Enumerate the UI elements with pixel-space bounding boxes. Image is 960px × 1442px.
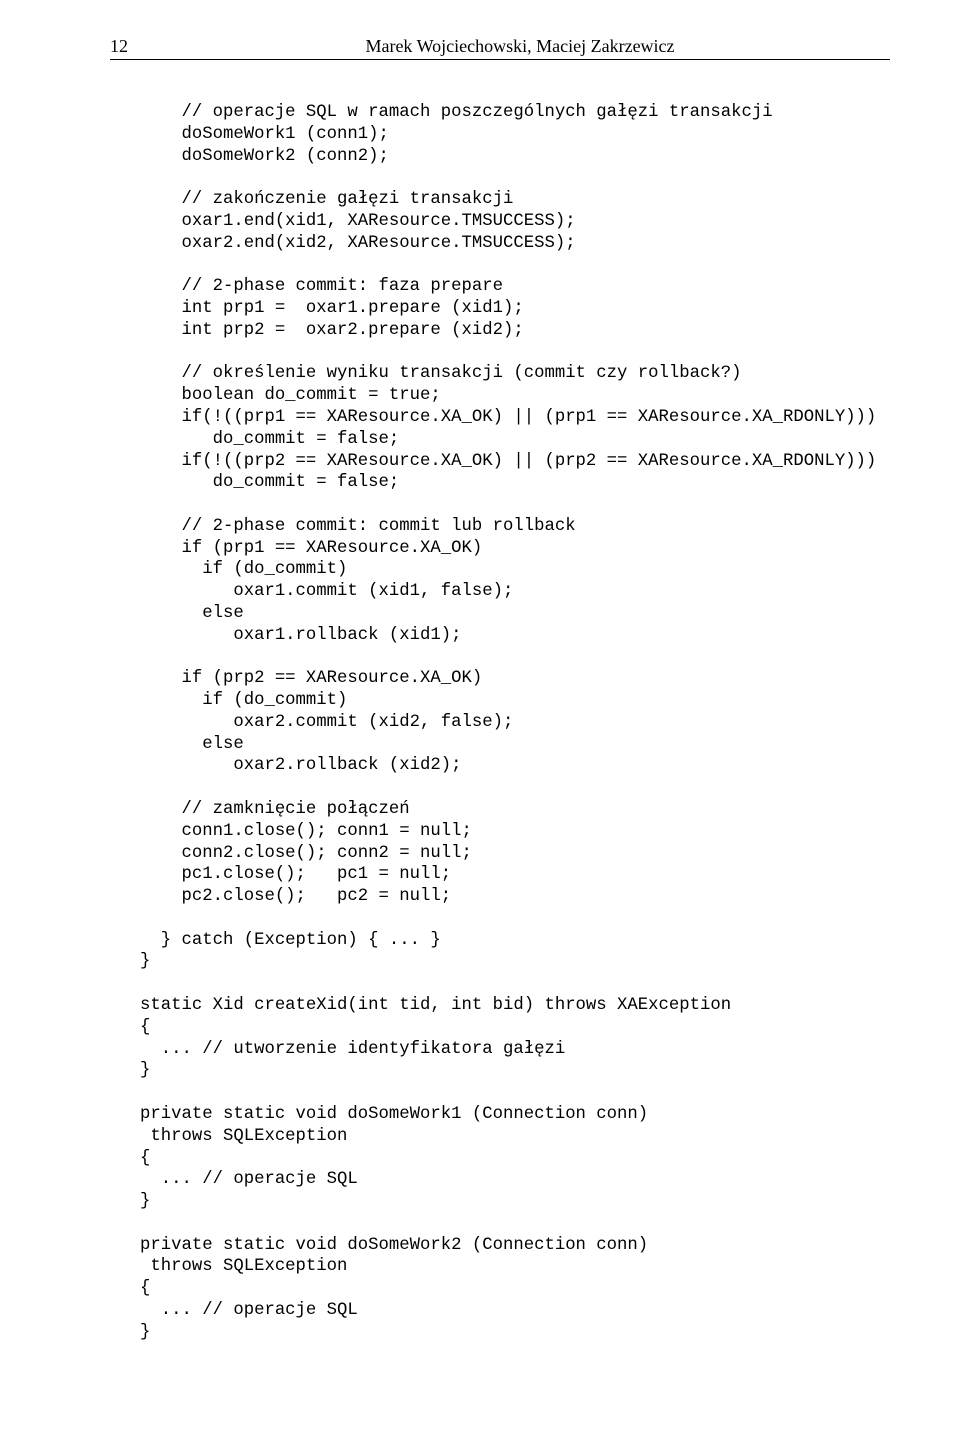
running-header: 12 Marek Wojciechowski, Maciej Zakrzewic… <box>110 36 890 60</box>
header-authors: Marek Wojciechowski, Maciej Zakrzewicz <box>150 36 890 57</box>
page: 12 Marek Wojciechowski, Maciej Zakrzewic… <box>0 0 960 1442</box>
page-number: 12 <box>110 36 150 57</box>
code-listing: // operacje SQL w ramach poszczególnych … <box>140 102 890 1344</box>
